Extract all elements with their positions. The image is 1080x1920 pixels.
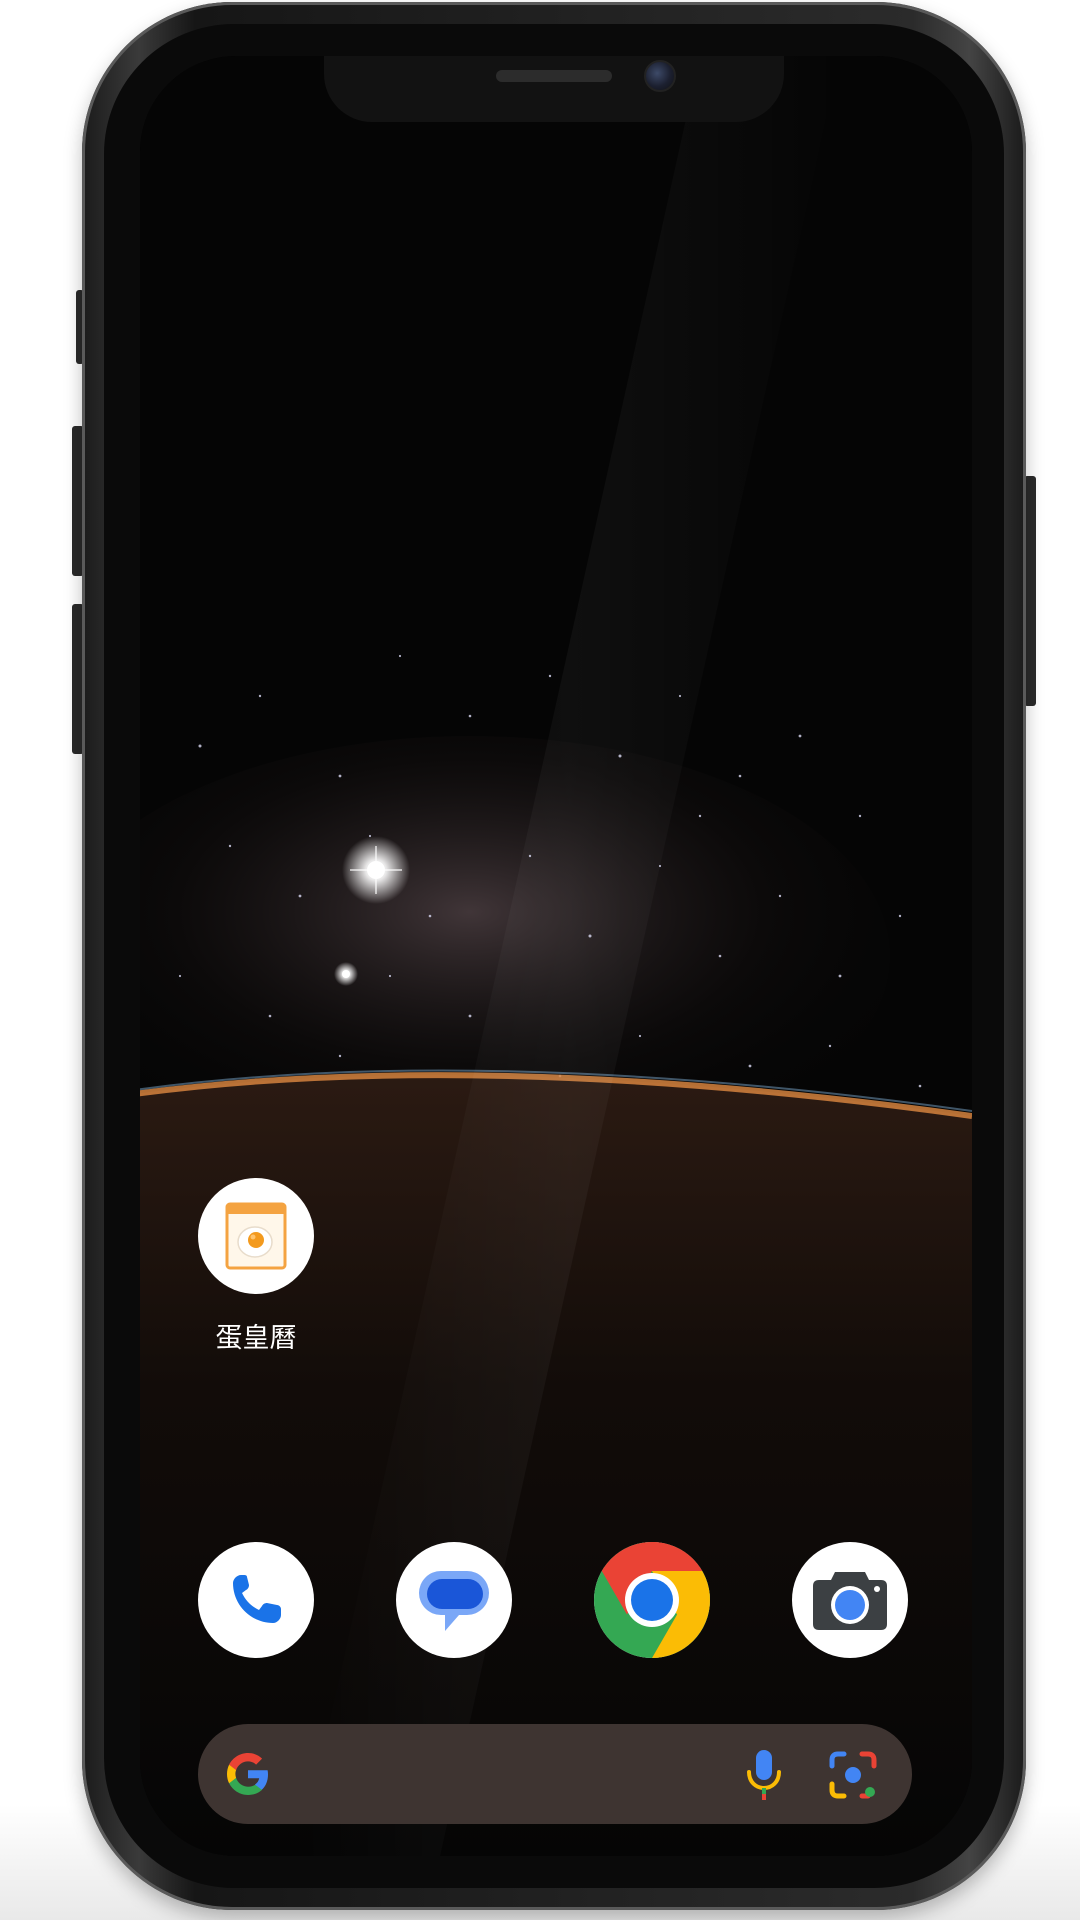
dock-chrome-button[interactable] (594, 1542, 710, 1658)
dock-messages-button[interactable] (396, 1542, 512, 1658)
phone-icon (233, 1575, 281, 1623)
camera-icon (813, 1572, 887, 1630)
front-camera (644, 60, 676, 92)
dock-phone-button[interactable] (198, 1542, 314, 1658)
notch (324, 56, 784, 122)
microphone-icon[interactable] (744, 1748, 784, 1802)
app-egg-calendar-icon-button[interactable] (198, 1178, 314, 1294)
calendar-egg-icon (225, 1202, 287, 1270)
google-g-icon[interactable] (224, 1750, 272, 1798)
dock-camera-button[interactable] (792, 1542, 908, 1658)
messages-icon (419, 1571, 489, 1631)
app-egg-calendar-label[interactable]: 蛋皇曆 (176, 1316, 336, 1355)
earpiece-speaker (496, 70, 612, 82)
google-lens-icon[interactable] (828, 1750, 878, 1800)
device-mockup: 蛋皇曆 (0, 0, 1080, 1920)
google-search-bar[interactable] (198, 1724, 912, 1824)
chrome-icon (594, 1542, 710, 1658)
